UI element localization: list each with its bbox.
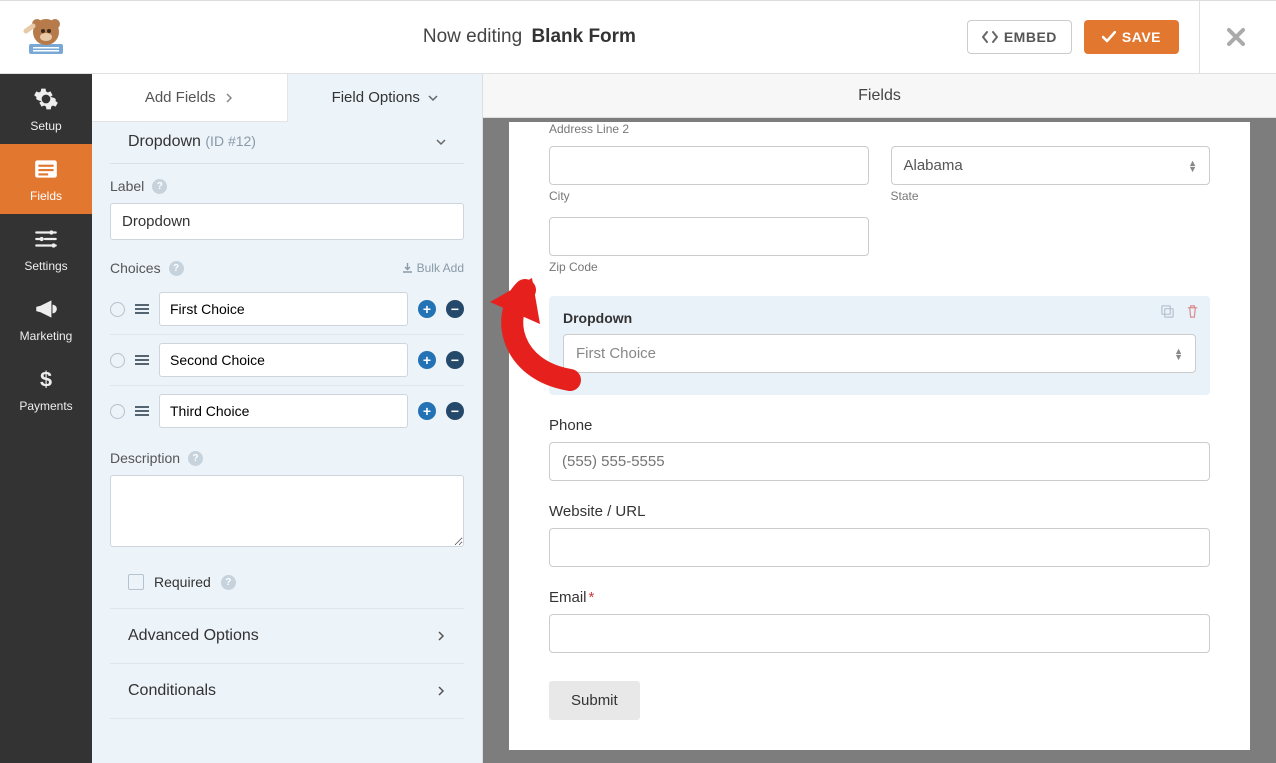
- choice-default-radio[interactable]: [110, 404, 125, 419]
- preview-selected-field[interactable]: Dropdown First Choice ▲▼: [549, 296, 1210, 395]
- sidenav-settings-label: Settings: [24, 259, 67, 273]
- help-icon[interactable]: ?: [188, 451, 203, 466]
- chevron-down-icon: [436, 137, 446, 147]
- required-label: Required: [154, 574, 211, 590]
- megaphone-icon: [33, 296, 59, 322]
- state-sublabel: State: [891, 189, 1211, 203]
- description-textarea[interactable]: [110, 475, 464, 547]
- save-button[interactable]: SAVE: [1084, 20, 1179, 54]
- tab-add-fields[interactable]: Add Fields: [92, 74, 288, 121]
- preview-area: Fields Address Line 2 City Alabama: [483, 74, 1276, 763]
- label-field-label: Label ?: [110, 178, 464, 194]
- logo: [0, 1, 92, 74]
- page-title: Now editing Blank Form: [92, 26, 967, 48]
- help-icon[interactable]: ?: [221, 575, 236, 590]
- email-field-label: Email*: [549, 589, 1210, 606]
- drag-handle-icon[interactable]: [135, 406, 149, 416]
- duplicate-icon[interactable]: [1160, 304, 1175, 319]
- tab-field-options[interactable]: Field Options: [288, 74, 483, 122]
- gear-icon: [33, 86, 59, 112]
- sidenav-marketing-label: Marketing: [20, 329, 73, 343]
- trash-icon[interactable]: [1185, 304, 1200, 319]
- field-type-label: Dropdown: [128, 133, 201, 150]
- sidenav-payments[interactable]: $ Payments: [0, 354, 92, 424]
- choice-input[interactable]: [159, 394, 408, 428]
- conditionals-accordion[interactable]: Conditionals: [110, 664, 464, 719]
- chevron-right-icon: [436, 686, 446, 696]
- chevron-right-icon: [436, 631, 446, 641]
- choice-add-button[interactable]: +: [418, 402, 436, 420]
- website-input[interactable]: [549, 528, 1210, 567]
- close-button[interactable]: [1216, 27, 1256, 47]
- sidenav-fields-label: Fields: [30, 189, 62, 203]
- sidenav: Setup Fields Settings Marketing $ Paymen…: [0, 74, 92, 763]
- choice-input[interactable]: [159, 343, 408, 377]
- form-icon: [33, 156, 59, 182]
- choice-list: + − + − + −: [92, 284, 482, 436]
- download-icon: [402, 263, 413, 274]
- svg-text:$: $: [40, 367, 52, 392]
- required-checkbox-row[interactable]: Required ?: [110, 556, 464, 609]
- dropdown-field-label: Dropdown: [563, 310, 632, 326]
- address2-sublabel: Address Line 2: [549, 122, 1210, 136]
- options-panel: Add Fields Field Options Dropdown (ID #1…: [92, 74, 483, 763]
- choice-row: + −: [110, 284, 464, 335]
- close-icon: [1226, 27, 1246, 47]
- chevron-down-icon: [428, 93, 438, 103]
- sidenav-marketing[interactable]: Marketing: [0, 284, 92, 354]
- sidenav-fields[interactable]: Fields: [0, 144, 92, 214]
- sidenav-settings[interactable]: Settings: [0, 214, 92, 284]
- dollar-icon: $: [33, 366, 59, 392]
- choice-add-button[interactable]: +: [418, 351, 436, 369]
- help-icon[interactable]: ?: [152, 179, 167, 194]
- label-input[interactable]: [110, 203, 464, 240]
- required-star-icon: *: [589, 589, 595, 606]
- choice-remove-button[interactable]: −: [446, 402, 464, 420]
- preview-header: Fields: [483, 74, 1276, 118]
- city-input[interactable]: [549, 146, 869, 185]
- choice-input[interactable]: [159, 292, 408, 326]
- check-icon: [1102, 31, 1116, 43]
- sidenav-setup[interactable]: Setup: [0, 74, 92, 144]
- drag-handle-icon[interactable]: [135, 355, 149, 365]
- state-select[interactable]: Alabama ▲▼: [891, 146, 1211, 185]
- email-input[interactable]: [549, 614, 1210, 653]
- help-icon[interactable]: ?: [169, 261, 184, 276]
- code-icon: [982, 30, 998, 44]
- sidenav-setup-label: Setup: [30, 119, 61, 133]
- choice-add-button[interactable]: +: [418, 300, 436, 318]
- zip-input[interactable]: [549, 217, 869, 256]
- description-field-label: Description ?: [110, 450, 464, 466]
- select-arrows-icon: ▲▼: [1174, 348, 1183, 360]
- choice-row: + −: [110, 386, 464, 436]
- advanced-options-accordion[interactable]: Advanced Options: [110, 609, 464, 664]
- city-sublabel: City: [549, 189, 869, 203]
- bulk-add-link[interactable]: Bulk Add: [402, 261, 464, 275]
- phone-field-label: Phone: [549, 417, 1210, 434]
- choice-row: + −: [110, 335, 464, 386]
- dropdown-preview-select[interactable]: First Choice ▲▼: [563, 334, 1196, 373]
- choice-remove-button[interactable]: −: [446, 351, 464, 369]
- field-id-label: (ID #12): [205, 133, 256, 149]
- drag-handle-icon[interactable]: [135, 304, 149, 314]
- sidenav-payments-label: Payments: [19, 399, 72, 413]
- field-section-header[interactable]: Dropdown (ID #12): [110, 122, 464, 164]
- choices-field-label: Choices ?: [110, 260, 184, 276]
- choice-remove-button[interactable]: −: [446, 300, 464, 318]
- submit-button[interactable]: Submit: [549, 681, 640, 720]
- phone-input[interactable]: [549, 442, 1210, 481]
- select-arrows-icon: ▲▼: [1188, 160, 1197, 172]
- embed-button[interactable]: EMBED: [967, 20, 1072, 54]
- chevron-right-icon: [224, 93, 234, 103]
- sliders-icon: [33, 226, 59, 252]
- zip-sublabel: Zip Code: [549, 260, 869, 274]
- website-field-label: Website / URL: [549, 503, 1210, 520]
- topbar: Now editing Blank Form EMBED SAVE: [0, 1, 1276, 74]
- choice-default-radio[interactable]: [110, 353, 125, 368]
- checkbox-icon: [128, 574, 144, 590]
- choice-default-radio[interactable]: [110, 302, 125, 317]
